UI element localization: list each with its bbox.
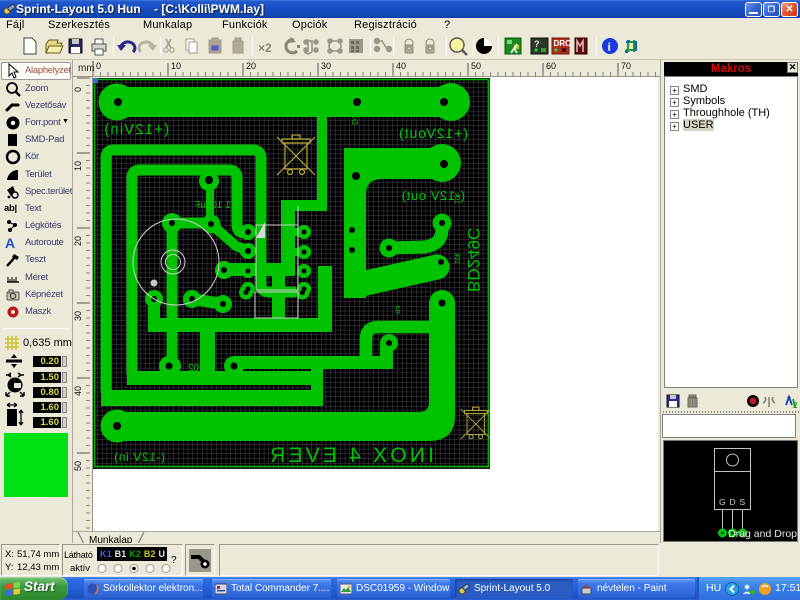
svg-text:BD249C: BD249C <box>464 228 483 292</box>
svg-text:0: 0 <box>73 87 83 92</box>
svg-text:D: D <box>730 497 736 507</box>
svg-text:50: 50 <box>471 61 481 71</box>
svg-text:20: 20 <box>246 61 256 71</box>
svg-text:10k: 10k <box>453 252 460 264</box>
svg-text:60: 60 <box>546 61 556 71</box>
svg-text:D3: D3 <box>320 359 330 370</box>
svg-text:40: 40 <box>73 386 83 396</box>
svg-text:G: G <box>719 497 726 507</box>
svg-text:70: 70 <box>621 61 631 71</box>
svg-text:C1 100uF: C1 100uF <box>194 200 238 211</box>
svg-text:2: 2 <box>793 401 797 409</box>
svg-text:DRC: DRC <box>554 39 572 48</box>
svg-text:0: 0 <box>96 61 101 71</box>
svg-text:50: 50 <box>73 461 83 471</box>
svg-text:40: 40 <box>396 61 406 71</box>
svg-text:D3: D3 <box>350 114 360 125</box>
svg-text:10: 10 <box>73 161 83 171</box>
svg-text:Drag and Drop: Drag and Drop <box>728 528 797 540</box>
svg-text:30: 30 <box>73 311 83 321</box>
svg-text:10k: 10k <box>453 192 460 204</box>
svg-text:S: S <box>740 497 746 507</box>
svg-text:(-12V in): (-12V in) <box>114 450 165 464</box>
svg-text:20: 20 <box>73 236 83 246</box>
svg-text:(+12Vin): (+12Vin) <box>103 122 169 138</box>
svg-text:?: ? <box>534 39 540 49</box>
svg-text:10: 10 <box>171 61 181 71</box>
svg-text:(+12Vout): (+12Vout) <box>398 125 468 141</box>
svg-text:R4: R4 <box>393 305 400 314</box>
svg-text:30: 30 <box>321 61 331 71</box>
svg-text:×2: ×2 <box>258 41 272 55</box>
svg-text:INOX 4 EVER: INOX 4 EVER <box>267 444 434 467</box>
svg-text:02: 02 <box>187 363 199 374</box>
